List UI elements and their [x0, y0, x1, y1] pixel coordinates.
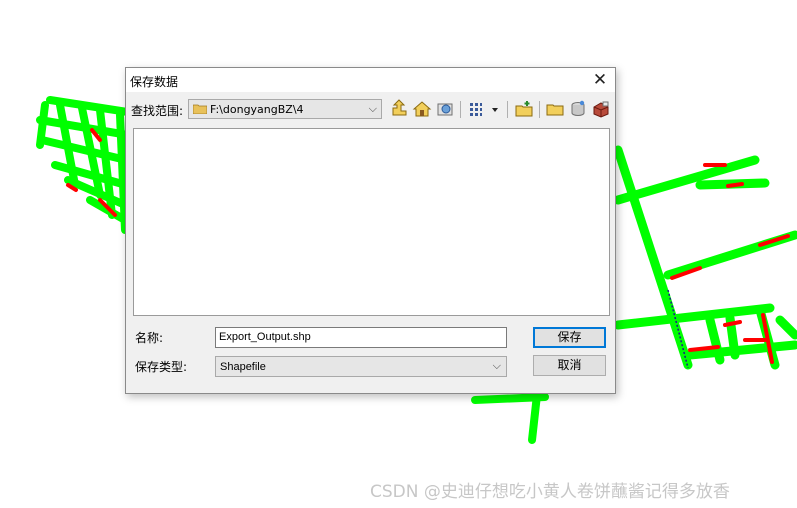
toolbar-separator — [539, 101, 540, 118]
title-bar: 保存数据 ✕ — [126, 68, 615, 92]
road-network-left — [36, 96, 132, 234]
new-folder-button[interactable] — [514, 99, 534, 119]
home-icon — [412, 101, 432, 117]
toolbar-separator — [460, 101, 461, 118]
chevron-down-icon: ⌵ — [492, 359, 501, 372]
name-input[interactable]: Export_Output.shp — [215, 327, 507, 348]
toolbox-icon — [593, 101, 609, 118]
view-menu-button[interactable] — [468, 99, 500, 119]
file-list-pane[interactable] — [133, 128, 610, 316]
database-button[interactable] — [568, 99, 588, 119]
toolbar-separator — [507, 101, 508, 118]
toolbox-button[interactable] — [591, 99, 611, 119]
connect-folder-icon — [437, 103, 453, 116]
look-in-value: F:\dongyangBZ\4 — [210, 103, 304, 116]
connect-folder-button[interactable] — [435, 99, 455, 119]
look-in-label: 查找范围: — [131, 104, 184, 118]
save-type-value: Shapefile — [220, 361, 266, 373]
folder-icon — [193, 104, 207, 114]
look-in-dropdown[interactable]: F:\dongyangBZ\4 ⌵ — [188, 99, 382, 119]
cancel-button[interactable]: 取消 — [533, 355, 606, 376]
road-dark-edge — [667, 289, 689, 369]
up-one-level-icon — [392, 99, 407, 116]
save-data-dialog: 保存数据 ✕ 查找范围: F:\dongyangBZ\4 ⌵ 名称: Expor… — [125, 67, 616, 394]
name-label: 名称: — [135, 331, 164, 345]
chevron-down-icon: ⌵ — [368, 102, 377, 115]
database-icon — [571, 100, 585, 116]
save-type-label: 保存类型: — [135, 360, 188, 374]
watermark: CSDN @史迪仔想吃小黄人卷饼蘸酱记得多放香 — [370, 482, 730, 502]
road-network-bottom — [471, 391, 549, 444]
up-one-level-button[interactable] — [389, 99, 409, 119]
save-button[interactable]: 保存 — [533, 327, 606, 348]
folder-button[interactable] — [545, 99, 565, 119]
new-folder-icon — [515, 101, 533, 117]
road-network-right — [613, 145, 797, 370]
dialog-title: 保存数据 — [130, 75, 179, 89]
view-menu-icon — [470, 103, 498, 116]
close-button[interactable]: ✕ — [591, 71, 609, 89]
home-button[interactable] — [412, 99, 432, 119]
save-type-dropdown[interactable]: Shapefile ⌵ — [215, 356, 507, 377]
folder-icon — [546, 104, 564, 116]
